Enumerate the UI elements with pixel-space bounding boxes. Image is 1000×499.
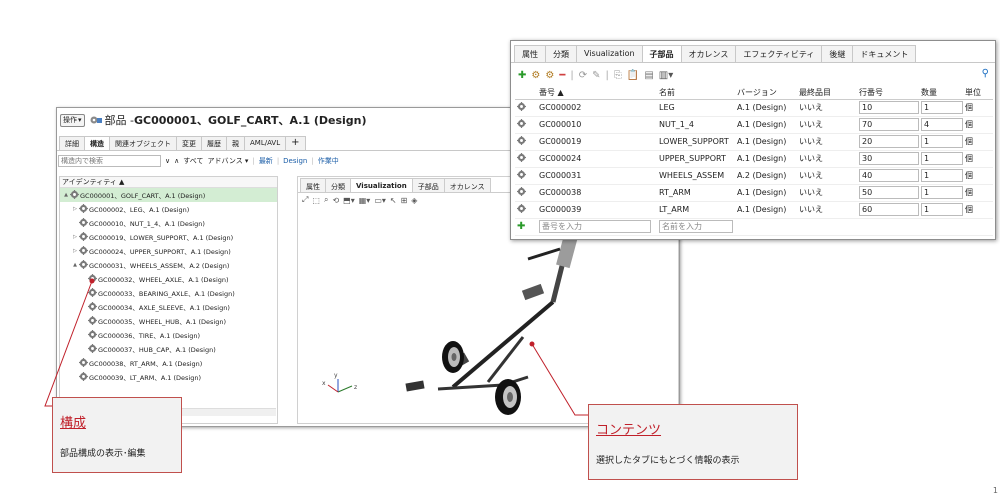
content-callout-title: コンテンツ <box>596 423 662 438</box>
content-leader-line <box>531 343 588 416</box>
page-number: 1 <box>992 486 998 495</box>
structure-callout: 構成 部品構成の表示･編集 <box>52 397 182 473</box>
content-callout-description: 選択したタブにもとづく情報の表示 <box>596 456 740 466</box>
structure-leader-line <box>44 280 93 407</box>
structure-callout-description: 部品構成の表示･編集 <box>60 449 146 459</box>
content-callout: コンテンツ 選択したタブにもとづく情報の表示 <box>588 404 798 480</box>
structure-callout-title: 構成 <box>60 416 87 431</box>
